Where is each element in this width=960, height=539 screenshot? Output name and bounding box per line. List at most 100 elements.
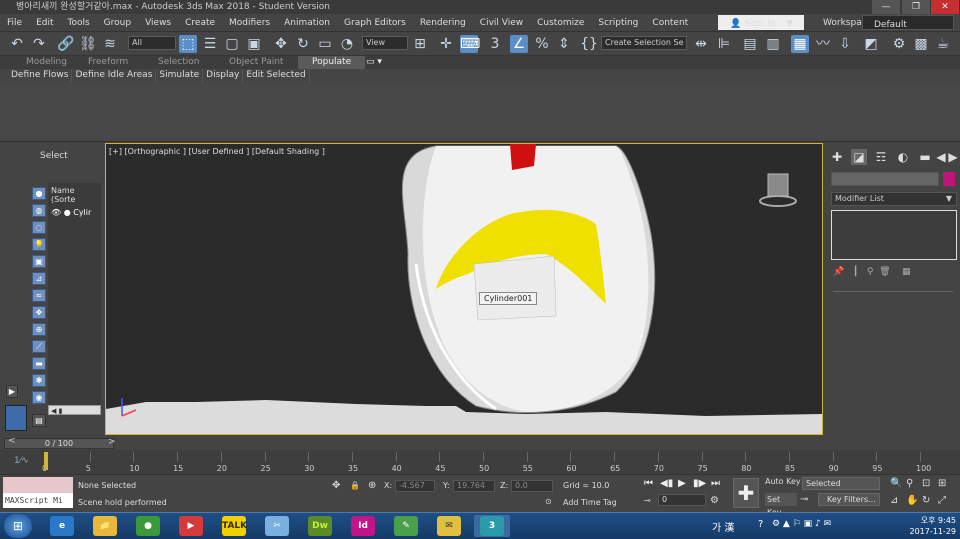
link-icon[interactable]: 🔗 [57,35,75,53]
taskbar-app-0[interactable]: e [44,515,80,537]
panel-next-icon[interactable]: ▶ [947,149,959,165]
pan-icon[interactable]: ✋ [906,495,918,506]
create-tab-icon[interactable]: ✚ [829,149,845,165]
key-mode-icon[interactable]: ⊸ [644,496,651,505]
menu-group[interactable]: Group [97,14,138,32]
slider-next-icon[interactable]: > [108,437,116,447]
menu-create[interactable]: Create [178,14,222,32]
subtab-define-idle-areas[interactable]: Define Idle Areas [72,69,157,82]
display-tab-icon[interactable]: ▬ [917,149,933,165]
display-xrefs-icon[interactable]: ⊕ [32,323,46,336]
maxscript-listener[interactable] [3,477,73,494]
menu-modifiers[interactable]: Modifiers [222,14,277,32]
panel-prev-icon[interactable]: ◀ [935,149,947,165]
slider-prev-icon[interactable]: < [8,436,16,446]
display-containers-icon[interactable]: ▬ [32,357,46,370]
explorer-options-icon[interactable]: ▤ [32,414,46,427]
display-all-icon[interactable]: ◉ [32,391,46,404]
prev-frame-icon[interactable]: ◀▮ [660,478,673,489]
bind-space-warp-icon[interactable]: ≋ [101,35,119,53]
window-crossing-icon[interactable]: ▣ [245,35,263,53]
time-cursor[interactable] [44,452,48,470]
select-manipulate-icon[interactable]: ✛ [437,35,455,53]
workspace-dropdown[interactable]: Default [862,15,954,30]
taskbar-app-10[interactable]: 3 [474,515,510,537]
subtab-display[interactable]: Display [203,69,244,82]
select-object-icon[interactable]: ⬚ [179,35,197,53]
move-icon[interactable]: ✥ [272,35,290,53]
display-spacewarps-icon[interactable]: ≈ [32,289,46,302]
set-key-button[interactable]: Set Key [765,493,797,517]
select-by-name-icon[interactable]: ☰ [201,35,219,53]
close-button[interactable]: ✕ [931,0,959,14]
add-time-tag[interactable]: Add Time Tag [563,498,617,507]
snaps-toggle-icon[interactable]: 3 [486,35,504,53]
selection-filter-dropdown[interactable]: All [128,36,176,50]
make-unique-icon[interactable]: ⚲ [867,267,874,277]
help-icon[interactable]: ? [758,519,763,530]
unlink-icon[interactable]: ⛓ [79,35,97,53]
modify-tab-icon[interactable]: ◪ [851,149,867,165]
time-tag-icon[interactable]: ⊙ [545,497,552,506]
show-end-result-icon[interactable]: ┃ [853,267,858,277]
current-frame-field[interactable]: 0 [658,494,706,506]
subtab-edit-selected[interactable]: Edit Selected [243,69,310,82]
track-bar[interactable]: 1⁄∿ 051015202530354045505560657075808590… [0,450,960,474]
list-item[interactable]: 👁 ● Cylir [48,207,101,218]
menu-animation[interactable]: Animation [277,14,337,32]
explorer-column-header[interactable]: Name (Sorte [48,183,101,207]
tab-freeform[interactable]: Freeform [88,56,128,69]
toggle-ribbon-icon[interactable]: ▦ [791,35,809,53]
taskbar-app-3[interactable]: ▶ [173,515,209,537]
start-button[interactable]: ⊞ [4,514,32,538]
remove-modifier-icon[interactable]: 🗑 [879,267,890,277]
display-geometry-icon[interactable]: ◍ [32,204,46,217]
viewport-label[interactable]: [+] [Orthographic ] [User Defined ] [Def… [109,147,325,156]
tray-icons[interactable]: ⚙ ▲ ⚐ ▣ ♪ ✉ [772,519,831,529]
subtab-define-flows[interactable]: Define Flows [8,69,73,82]
isolate-icon[interactable]: ✥ [332,480,340,491]
pivot-center-icon[interactable]: ⊞ [411,35,429,53]
menu-content[interactable]: Content [645,14,695,32]
modifier-list-dropdown[interactable]: Modifier List ▼ [831,192,957,206]
keyboard-shortcut-icon[interactable]: ⌨ [460,35,480,53]
x-coordinate-field[interactable]: -4.567 [395,480,435,492]
schematic-view-icon[interactable]: ⇩ [836,35,854,53]
object-name-field[interactable] [831,172,939,186]
display-none-icon[interactable]: ● [32,187,46,200]
angle-snap-icon[interactable]: ∠ [510,35,528,53]
y-coordinate-field[interactable]: 19.764 [453,480,495,492]
play-icon[interactable]: ▶ [678,478,686,489]
configure-sets-icon[interactable]: ▦ [902,267,911,277]
ribbon-options-icon[interactable]: ▭ ▾ [366,56,382,69]
reference-coordinate-dropdown[interactable]: View [362,36,408,50]
menu-edit[interactable]: Edit [29,14,60,32]
zoom-icon[interactable]: 🔍 [890,478,902,489]
next-frame-icon[interactable]: ▮▶ [693,478,706,489]
go-to-end-icon[interactable]: ⏭ [711,478,720,489]
motion-tab-icon[interactable]: ◐ [895,149,911,165]
named-selection-sets-dropdown[interactable]: Create Selection Se [601,36,687,50]
sign-in-dropdown[interactable]: 👤 Sign In ▼ [718,15,804,30]
layer-explorer-icon[interactable]: ▥ [764,35,782,53]
edit-named-selection-icon[interactable]: {} [580,35,598,53]
mirror-icon[interactable]: ⇹ [692,35,710,53]
go-to-start-icon[interactable]: ⏮ [644,478,653,489]
auto-key-button[interactable]: Auto Key [765,477,801,486]
tab-object-paint[interactable]: Object Paint [229,56,283,69]
time-config-icon[interactable]: ⚙ [710,495,719,506]
expand-arrow-icon[interactable]: ▶ [6,385,18,398]
taskbar-app-5[interactable]: ✂ [259,515,295,537]
menu-civil-view[interactable]: Civil View [473,14,530,32]
key-set-dropdown[interactable]: Selected [802,477,880,490]
taskbar-app-7[interactable]: Id [345,515,381,537]
rect-selection-icon[interactable]: ▢ [223,35,241,53]
render-icon[interactable]: ☕ [934,35,952,53]
taskbar-app-1[interactable]: 📁 [87,515,123,537]
zoom-all-icon[interactable]: ⚲ [906,478,913,489]
scale-icon[interactable]: ▭ [316,35,334,53]
display-cameras-icon[interactable]: ▣ [32,255,46,268]
taskbar-app-8[interactable]: ✎ [388,515,424,537]
frame-slider-thumb[interactable]: 0 / 100 [4,438,114,449]
display-groups-icon[interactable]: ❖ [32,306,46,319]
